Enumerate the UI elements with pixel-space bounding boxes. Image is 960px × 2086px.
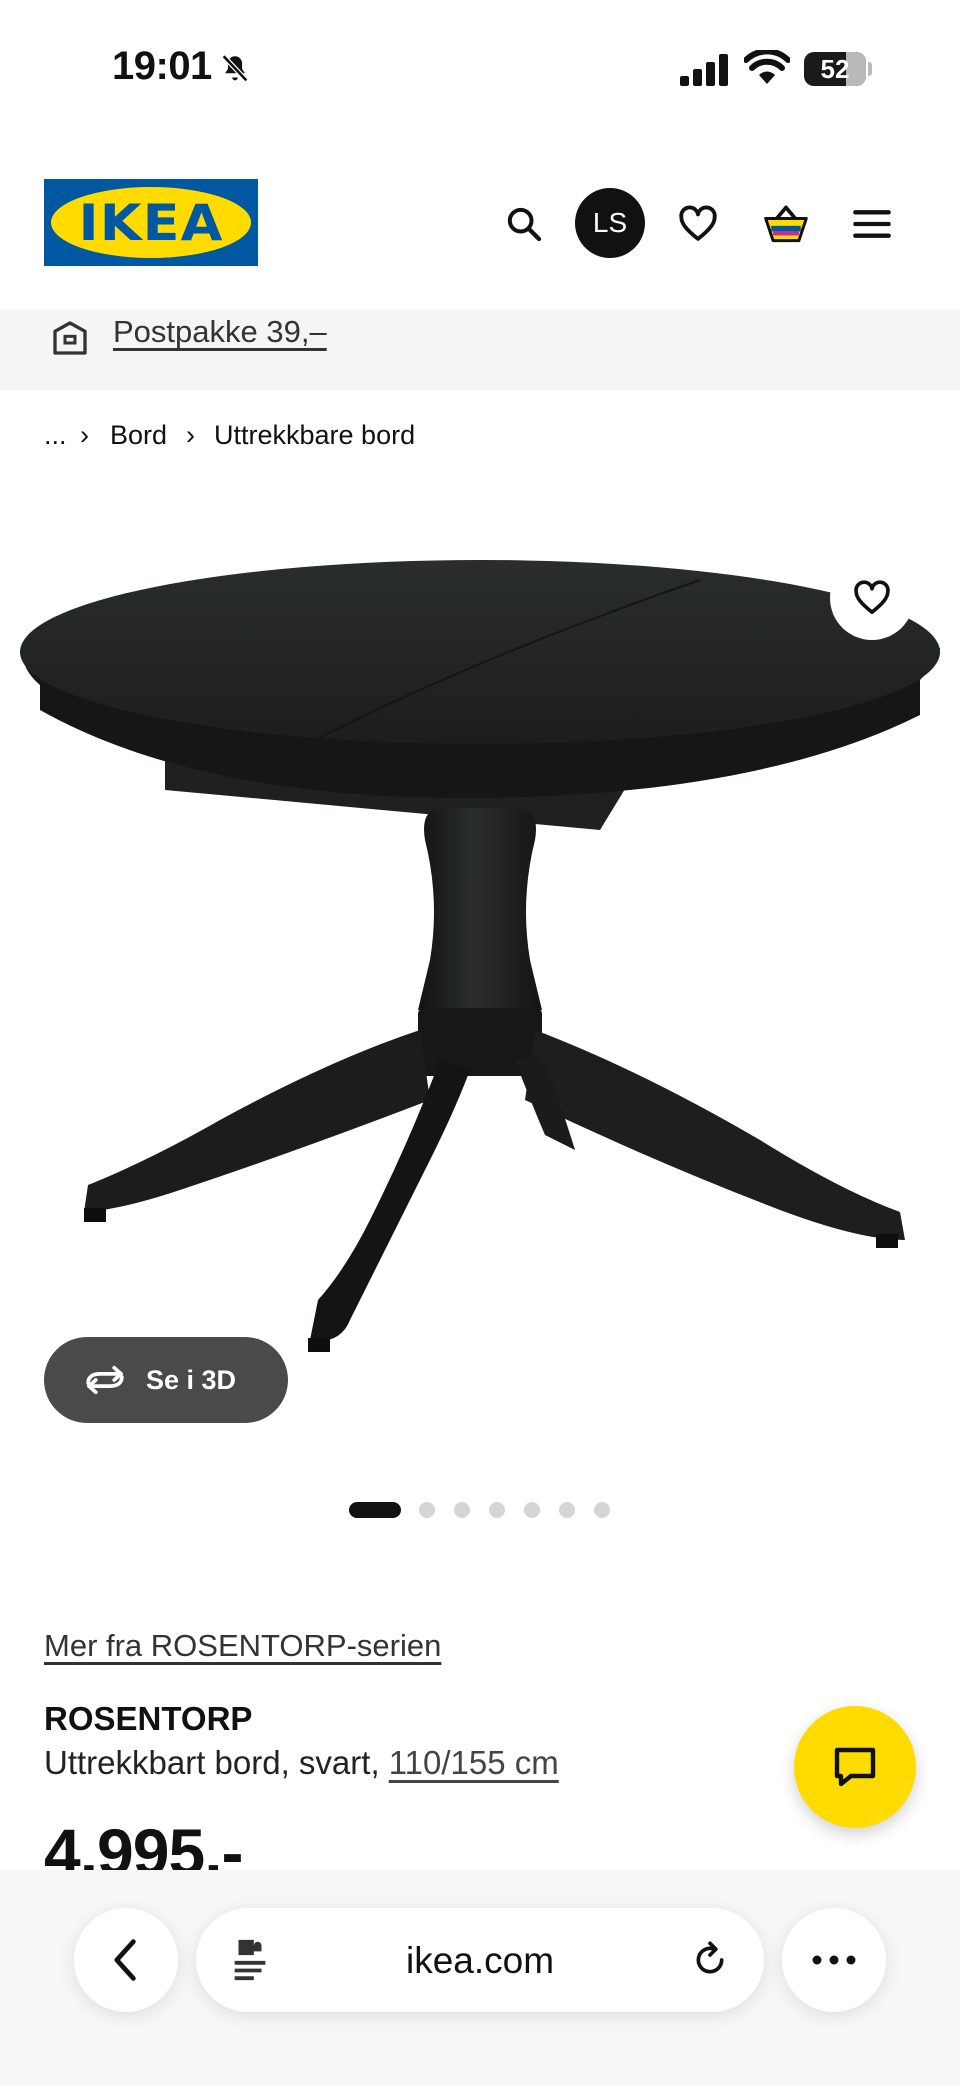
product-image[interactable]: [0, 540, 960, 1460]
more-button[interactable]: [782, 1908, 886, 2012]
pager-dot[interactable]: [524, 1502, 540, 1518]
cellular-signal-icon: [680, 54, 728, 86]
product-name: ROSENTORP: [44, 1700, 253, 1737]
breadcrumb-separator: ›: [186, 420, 195, 450]
product-description: Uttrekkbart bord, svart, 110/155 cm: [44, 1744, 559, 1782]
heart-icon: [854, 580, 890, 614]
breadcrumb-item-bord[interactable]: Bord: [110, 420, 167, 451]
back-arrow-icon: [114, 1939, 136, 1981]
breadcrumb-item-more[interactable]: ...: [44, 420, 67, 451]
chat-button[interactable]: [794, 1706, 916, 1828]
bell-slash-icon: [221, 54, 249, 83]
pager-dot[interactable]: [594, 1502, 610, 1518]
delivery-link[interactable]: Postpakke 39,–: [113, 314, 327, 350]
battery-icon: 52: [804, 52, 866, 86]
menu-icon[interactable]: [842, 194, 902, 254]
see-in-3d-button[interactable]: Se i 3D: [44, 1337, 288, 1423]
reload-icon[interactable]: [690, 1940, 730, 1980]
delivery-box-icon: [53, 321, 87, 355]
address-bar[interactable]: ikea.com: [196, 1908, 764, 2012]
avatar[interactable]: LS: [575, 188, 645, 258]
heart-icon[interactable]: [668, 194, 728, 254]
product-price: 4.995,-: [44, 1818, 243, 1870]
ikea-logo[interactable]: IKEA ®: [44, 179, 258, 266]
pager-dot-active[interactable]: [349, 1502, 401, 1518]
price-container: 4.995,-: [44, 1818, 444, 1870]
pager-dot[interactable]: [454, 1502, 470, 1518]
more-dots-icon: [812, 1955, 856, 1965]
pager-dot[interactable]: [489, 1502, 505, 1518]
breadcrumb-separator: ›: [80, 420, 89, 450]
search-icon[interactable]: [494, 194, 554, 254]
add-to-favourites-button[interactable]: [830, 556, 914, 640]
back-button[interactable]: [74, 1908, 178, 2012]
rotate-3d-icon: [86, 1365, 124, 1395]
battery-level: 52: [820, 54, 850, 84]
cart-icon[interactable]: [756, 194, 816, 254]
product-description-text: Uttrekkbart bord, svart,: [44, 1744, 380, 1781]
pager-dot[interactable]: [559, 1502, 575, 1518]
battery-nub: [868, 62, 872, 76]
see-in-3d-label: Se i 3D: [146, 1364, 237, 1395]
url-text: ikea.com: [405, 1940, 555, 1981]
pager-dot[interactable]: [419, 1502, 435, 1518]
breadcrumb-item-uttrekkbare-bord[interactable]: Uttrekkbare bord: [214, 420, 415, 451]
status-time: 19:01: [112, 44, 212, 88]
logo-text: IKEA: [78, 194, 224, 252]
size-link[interactable]: 110/155 cm: [389, 1744, 559, 1781]
chat-icon: [834, 1747, 876, 1787]
wifi-icon: [744, 50, 790, 84]
series-link[interactable]: Mer fra ROSENTORP-serien: [44, 1628, 441, 1664]
